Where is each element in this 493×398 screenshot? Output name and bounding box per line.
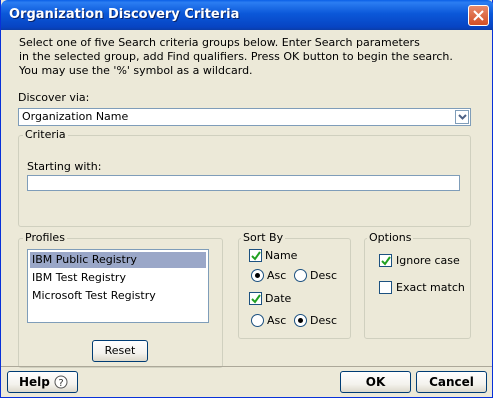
options-legend: Options (367, 231, 414, 244)
divider (1, 366, 492, 367)
date-asc-label: Asc (267, 314, 287, 327)
svg-text:?: ? (58, 378, 63, 389)
help-button[interactable]: Help ? (7, 371, 78, 393)
profiles-legend: Profiles (23, 231, 67, 244)
checkmark-icon (251, 294, 261, 304)
list-item[interactable]: IBM Public Registry (30, 252, 206, 268)
name-desc-radio[interactable] (294, 269, 307, 282)
exact-match-label: Exact match (396, 281, 465, 294)
instructions-line: Select one of five Search criteria group… (19, 36, 420, 49)
reset-button[interactable]: Reset (92, 340, 148, 362)
close-button[interactable] (468, 5, 489, 26)
ignore-case-label: Ignore case (396, 254, 460, 267)
starting-with-label: Starting with: (27, 160, 102, 173)
profiles-list[interactable]: IBM Public Registry IBM Test Registry Mi… (27, 249, 209, 323)
name-asc-label: Asc (267, 269, 287, 282)
window-title: Organization Discovery Criteria (9, 7, 240, 22)
sort-name-label: Name (265, 249, 298, 262)
date-desc-label: Desc (310, 314, 338, 327)
sort-name-checkbox[interactable] (249, 249, 262, 262)
instructions-line: in the selected group, add Find qualifie… (19, 50, 453, 63)
radio-dot (298, 318, 303, 323)
date-asc-radio[interactable] (251, 314, 264, 327)
sort-date-label: Date (265, 292, 292, 305)
list-item[interactable]: IBM Test Registry (30, 270, 206, 286)
cancel-button[interactable]: Cancel (416, 371, 487, 393)
chevron-down-icon (458, 114, 467, 120)
dropdown-button[interactable] (455, 110, 469, 124)
title-bar[interactable]: Organization Discovery Criteria (1, 0, 493, 30)
ok-button[interactable]: OK (340, 371, 411, 393)
exact-match-checkbox[interactable] (379, 281, 392, 294)
close-icon (473, 10, 484, 21)
sort-date-checkbox[interactable] (249, 292, 262, 305)
ignore-case-checkbox[interactable] (379, 254, 392, 267)
sort-by-legend: Sort By (241, 231, 286, 244)
instructions-text: Select one of five Search criteria group… (19, 36, 479, 78)
discover-via-select[interactable]: Organization Name (18, 108, 471, 126)
starting-with-input[interactable] (27, 175, 460, 191)
help-label: Help (19, 375, 50, 389)
criteria-legend: Criteria (23, 128, 68, 141)
help-icon: ? (54, 375, 68, 389)
dialog-window: Organization Discovery Criteria Select o… (0, 0, 493, 398)
checkmark-icon (251, 251, 261, 261)
discover-via-value: Organization Name (22, 110, 129, 123)
discover-via-label: Discover via: (18, 91, 90, 104)
checkmark-icon (381, 256, 391, 266)
list-item[interactable]: Microsoft Test Registry (30, 288, 206, 304)
date-desc-radio[interactable] (294, 314, 307, 327)
radio-dot (255, 273, 260, 278)
name-asc-radio[interactable] (251, 269, 264, 282)
instructions-line: You may use the '%' symbol as a wildcard… (19, 64, 253, 77)
name-desc-label: Desc (310, 269, 338, 282)
